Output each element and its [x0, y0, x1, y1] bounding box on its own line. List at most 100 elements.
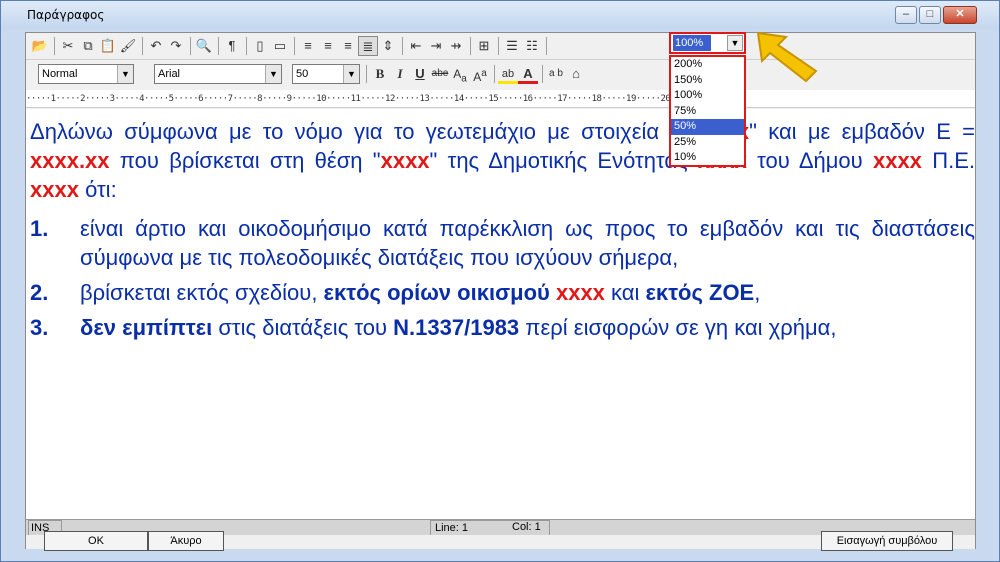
subscript-small-glyph: a	[461, 73, 467, 85]
font-size-select[interactable]: 50 ▼	[292, 64, 360, 84]
area-value: xxxx.xx	[30, 148, 110, 173]
zoom-option[interactable]: 200%	[671, 57, 744, 73]
toolbar-separator	[494, 65, 495, 83]
cancel-button[interactable]: Άκυρο	[148, 531, 224, 551]
underline-button[interactable]: U	[410, 64, 430, 84]
align-left-icon[interactable]: ≡	[298, 36, 318, 56]
ruler: ·····1·····2·····3·····4·····5·····6····…	[26, 90, 975, 108]
style-value: Normal	[42, 68, 78, 80]
paragraph-window: Παράγραφος – □ ✕ 📂 ✂ ⧉ 📋 🖌 ↶ ↷ 🔍 ¶ ▯ ▭ ≡…	[0, 0, 1000, 562]
zoom-option[interactable]: 150%	[671, 73, 744, 89]
insert-symbol-button[interactable]: Εισαγωγή συμβόλου	[821, 531, 953, 551]
spelling-button[interactable]: a b	[546, 64, 566, 84]
document-body[interactable]: Δηλώνω σύμφωνα με το νόμο για το γεωτεμά…	[26, 109, 975, 519]
bold-run: δεν εμπίπτει	[80, 315, 213, 340]
copy-icon[interactable]: ⧉	[78, 36, 98, 56]
bold-button[interactable]: B	[370, 64, 390, 84]
minimize-button[interactable]: –	[895, 6, 917, 24]
bold-run: εκτός ορίων οικισμού	[323, 280, 550, 305]
close-button[interactable]: ✕	[943, 6, 977, 24]
text-run: στις διατάξεις του	[212, 315, 394, 340]
align-center-icon[interactable]: ≡	[318, 36, 338, 56]
indent-increase-icon[interactable]: ⇥	[426, 36, 446, 56]
text-run: του Δήμου	[746, 148, 873, 173]
list-item: 3. δεν εμπίπτει στις διατάξεις του Ν.133…	[30, 313, 975, 342]
maximize-button[interactable]: □	[919, 6, 941, 24]
list-number: 2.	[30, 280, 49, 305]
zoom-option[interactable]: 25%	[671, 135, 744, 151]
redo-icon[interactable]: ↷	[166, 36, 186, 56]
open-folder-icon[interactable]: 📂	[30, 36, 50, 56]
toolbar-separator	[190, 37, 191, 55]
chevron-down-icon[interactable]: ▼	[343, 65, 359, 83]
style-select[interactable]: Normal ▼	[38, 64, 134, 84]
ok-button[interactable]: OK	[44, 531, 148, 551]
bold-run: Ν.1337/1983	[393, 315, 520, 340]
toolbar-separator	[54, 37, 55, 55]
superscript-button[interactable]: Aa	[470, 64, 490, 84]
dialog-buttons: OK Άκυρο Εισαγωγή συμβόλου	[26, 531, 975, 551]
pointer-arrow-icon	[756, 31, 818, 83]
table-icon[interactable]: ⊞	[474, 36, 494, 56]
find-icon[interactable]: 🔍	[194, 36, 214, 56]
toolbar-separator	[542, 65, 543, 83]
numbered-list-icon[interactable]: ☰	[502, 36, 522, 56]
indent-decrease-icon[interactable]: ⇤	[406, 36, 426, 56]
font-size-value: 50	[296, 68, 309, 80]
bullet-list-icon[interactable]: ☷	[522, 36, 542, 56]
zoom-option[interactable]: 75%	[671, 104, 744, 120]
cut-icon[interactable]: ✂	[58, 36, 78, 56]
undo-icon[interactable]: ↶	[146, 36, 166, 56]
settlement-value: xxxx	[555, 280, 605, 305]
toolbar-main: 📂 ✂ ⧉ 📋 🖌 ↶ ↷ 🔍 ¶ ▯ ▭ ≡ ≡ ≡ ≣ ⇕ ⇤ ⇥ ⇸ ⊞ …	[26, 32, 975, 167]
format-painter-icon[interactable]: 🖌	[118, 36, 138, 56]
subscript-button[interactable]: Aa	[450, 64, 470, 84]
window-title: Παράγραφος	[27, 8, 105, 22]
text-run: ,	[754, 280, 761, 305]
toolbar-separator	[294, 37, 295, 55]
image-icon[interactable]: ▭	[270, 36, 290, 56]
zoom-value: 100%	[673, 35, 711, 51]
zoom-option-selected[interactable]: 50%	[671, 119, 744, 135]
cursor-col: Col: 1	[512, 521, 541, 533]
font-color-button[interactable]: A	[518, 64, 538, 84]
align-right-icon[interactable]: ≡	[338, 36, 358, 56]
eraser-icon[interactable]: ⌂	[566, 64, 586, 84]
toolbar-separator	[142, 37, 143, 55]
paste-icon[interactable]: 📋	[98, 36, 118, 56]
line-spacing-icon[interactable]: ⇕	[378, 36, 398, 56]
highlight-button[interactable]: ab	[498, 64, 518, 84]
list-number: 1.	[30, 216, 49, 241]
italic-button[interactable]: I	[390, 64, 410, 84]
chevron-down-icon[interactable]: ▼	[727, 35, 743, 51]
strikethrough-button[interactable]: abe	[430, 64, 450, 84]
toolbar-separator	[246, 37, 247, 55]
text-run: Δηλώνω σύμφωνα με το νόμο για το γεωτεμά…	[30, 119, 679, 144]
bold-run: εκτός ΖΟΕ	[645, 280, 755, 305]
text-run: " και με εμβαδόν Ε =	[749, 119, 975, 144]
municipality-value: xxxx	[872, 148, 922, 173]
toolbar-separator	[470, 37, 471, 55]
editor-client: 📂 ✂ ⧉ 📋 🖌 ↶ ↷ 🔍 ¶ ▯ ▭ ≡ ≡ ≡ ≣ ⇕ ⇤ ⇥ ⇸ ⊞ …	[25, 32, 976, 551]
text-run: ότι:	[78, 177, 117, 202]
column-icon[interactable]: ▯	[250, 36, 270, 56]
title-bar[interactable]: Παράγραφος – □ ✕	[1, 1, 999, 29]
paragraph-mark-icon[interactable]: ¶	[222, 36, 242, 56]
font-value: Arial	[158, 68, 181, 80]
numbered-list: 1. είναι άρτιο και οικοδομήσιμο κατά παρ…	[30, 214, 975, 342]
superscript-small-glyph: a	[481, 68, 487, 79]
toolbar-format: Normal ▼ Arial ▼ 50 ▼ B I U abe Aa Aa ab…	[26, 61, 975, 88]
text-run: " της Δημοτικής Ενότητας	[429, 148, 698, 173]
font-select[interactable]: Arial ▼	[154, 64, 282, 84]
chevron-down-icon[interactable]: ▼	[265, 65, 281, 83]
place-value: xxxx	[380, 148, 430, 173]
zoom-option[interactable]: 100%	[671, 88, 744, 104]
toolbar-separator	[402, 37, 403, 55]
zoom-option[interactable]: 10%	[671, 150, 744, 166]
chevron-down-icon[interactable]: ▼	[117, 65, 133, 83]
toolbar-separator	[366, 65, 367, 83]
justify-icon[interactable]: ≣	[358, 36, 378, 56]
indent-right-icon[interactable]: ⇸	[446, 36, 466, 56]
zoom-select[interactable]: 100% ▼	[669, 32, 746, 54]
text-run: Π.Ε.	[921, 148, 975, 173]
